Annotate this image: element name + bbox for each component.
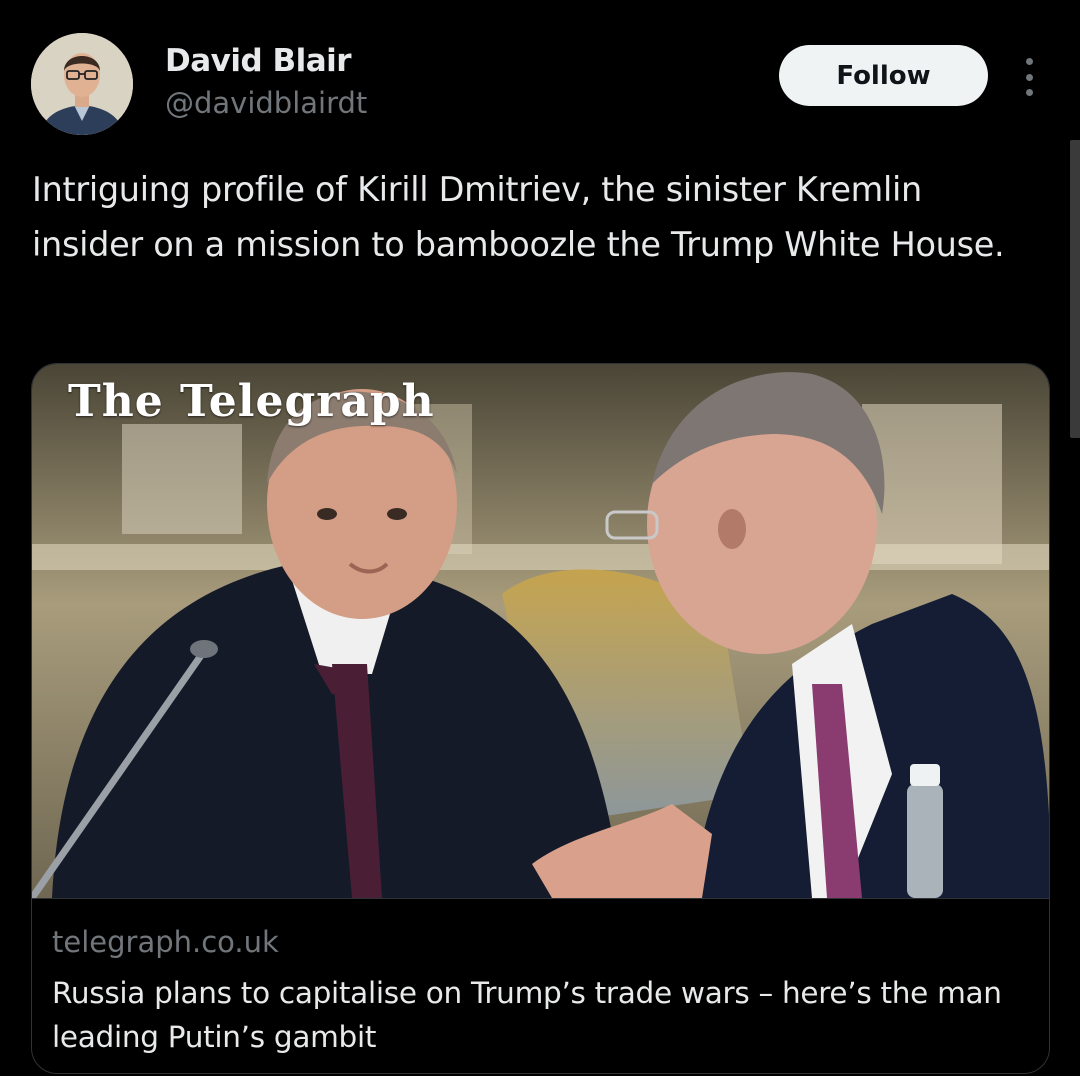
tweet: David Blair @davidblairdt Follow Intrigu… bbox=[0, 0, 1080, 1076]
link-card-domain[interactable]: telegraph.co.uk bbox=[52, 925, 279, 959]
author-display-name[interactable]: David Blair bbox=[165, 43, 352, 79]
author-handle[interactable]: @davidblairdt bbox=[165, 86, 367, 120]
avatar[interactable] bbox=[31, 33, 133, 135]
card-divider bbox=[32, 898, 1049, 899]
link-card-image[interactable]: The Telegraph bbox=[32, 364, 1049, 898]
scrollbar[interactable] bbox=[1070, 140, 1080, 438]
link-card[interactable]: The Telegraph telegraph.co.uk Russia pla… bbox=[31, 363, 1050, 1074]
profile-photo bbox=[31, 33, 133, 135]
ellipsis-vertical-icon[interactable] bbox=[1018, 58, 1040, 96]
telegraph-masthead: The Telegraph bbox=[68, 376, 435, 427]
tweet-text: Intriguing profile of Kirill Dmitriev, t… bbox=[32, 170, 1005, 264]
follow-button[interactable]: Follow bbox=[779, 45, 988, 106]
link-card-title[interactable]: Russia plans to capitalise on Trump’s tr… bbox=[52, 971, 1032, 1059]
